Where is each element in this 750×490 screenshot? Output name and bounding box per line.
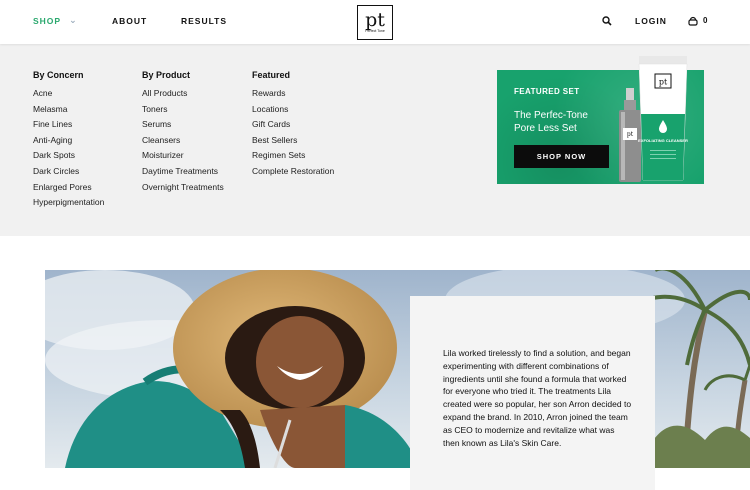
menu-column-featured: Featured Rewards Locations Gift Cards Be… xyxy=(252,70,334,180)
menu-link-daytime-treatments[interactable]: Daytime Treatments xyxy=(142,164,224,180)
brand-story-text: Lila worked tirelessly to find a solutio… xyxy=(443,348,632,448)
menu-link-anti-aging[interactable]: Anti-Aging xyxy=(33,133,104,149)
menu-link-fine-lines[interactable]: Fine Lines xyxy=(33,117,104,133)
menu-link-rewards[interactable]: Rewards xyxy=(252,86,334,102)
tube-label: EXFOLIATING CLEANSER xyxy=(638,138,688,143)
menu-link-dark-circles[interactable]: Dark Circles xyxy=(33,164,104,180)
nav-results[interactable]: RESULTS xyxy=(181,16,227,26)
menu-link-dark-spots[interactable]: Dark Spots xyxy=(33,148,104,164)
promo-kicker: FEATURED SET xyxy=(514,87,580,96)
nav-about[interactable]: ABOUT xyxy=(112,16,147,26)
svg-text:pt: pt xyxy=(659,78,668,87)
menu-link-gift-cards[interactable]: Gift Cards xyxy=(252,117,334,133)
brand-logo[interactable]: pt Perfect Tone xyxy=(357,5,393,40)
menu-link-cleansers[interactable]: Cleansers xyxy=(142,133,224,149)
logo-mark: pt xyxy=(365,9,385,31)
menu-link-enlarged-pores[interactable]: Enlarged Pores xyxy=(33,180,104,196)
menu-link-serums[interactable]: Serums xyxy=(142,117,224,133)
nav-login[interactable]: LOGIN xyxy=(635,16,667,26)
brand-story-card: Lila worked tirelessly to find a solutio… xyxy=(410,296,655,490)
menu-link-all-products[interactable]: All Products xyxy=(142,86,224,102)
site-header: SHOP ⌄ ABOUT RESULTS pt Perfect Tone LOGI… xyxy=(0,0,750,44)
promo-title: The Perfec-Tone Pore Less Set xyxy=(514,110,588,134)
cleanser-tube-image: pt EXFOLIATING CLEANSER xyxy=(638,56,688,181)
menu-link-best-sellers[interactable]: Best Sellers xyxy=(252,133,334,149)
menu-link-hyperpigmentation[interactable]: Hyperpigmentation xyxy=(33,195,104,211)
menu-link-locations[interactable]: Locations xyxy=(252,102,334,118)
menu-link-overnight-treatments[interactable]: Overnight Treatments xyxy=(142,180,224,196)
shop-mega-menu: By Concern Acne Melasma Fine Lines Anti-… xyxy=(0,44,750,236)
nav-shop[interactable]: SHOP ⌄ xyxy=(33,15,78,27)
menu-link-toners[interactable]: Toners xyxy=(142,102,224,118)
chevron-down-icon[interactable]: ⌄ xyxy=(69,15,78,26)
menu-column-by-product: By Product All Products Toners Serums Cl… xyxy=(142,70,224,195)
menu-link-complete-restoration[interactable]: Complete Restoration xyxy=(252,164,334,180)
logo-subtitle: Perfect Tone xyxy=(365,29,385,33)
menu-link-acne[interactable]: Acne xyxy=(33,86,104,102)
nav-shop-label[interactable]: SHOP xyxy=(33,16,61,26)
menu-heading-by-product: By Product xyxy=(142,70,191,80)
menu-link-moisturizer[interactable]: Moisturizer xyxy=(142,148,224,164)
featured-set-promo[interactable]: FEATURED SET The Perfec-Tone Pore Less S… xyxy=(497,56,704,184)
cart-count: 0 xyxy=(703,16,708,25)
shopping-bag-icon[interactable] xyxy=(688,16,698,26)
menu-heading-by-concern: By Concern xyxy=(33,70,84,80)
menu-heading-featured: Featured xyxy=(252,70,291,80)
menu-link-melasma[interactable]: Melasma xyxy=(33,102,104,118)
search-icon[interactable] xyxy=(602,16,612,26)
menu-link-regimen-sets[interactable]: Regimen Sets xyxy=(252,148,334,164)
shop-now-button[interactable]: SHOP NOW xyxy=(514,145,609,168)
menu-column-by-concern: By Concern Acne Melasma Fine Lines Anti-… xyxy=(33,70,104,211)
svg-text:pt: pt xyxy=(627,131,634,138)
